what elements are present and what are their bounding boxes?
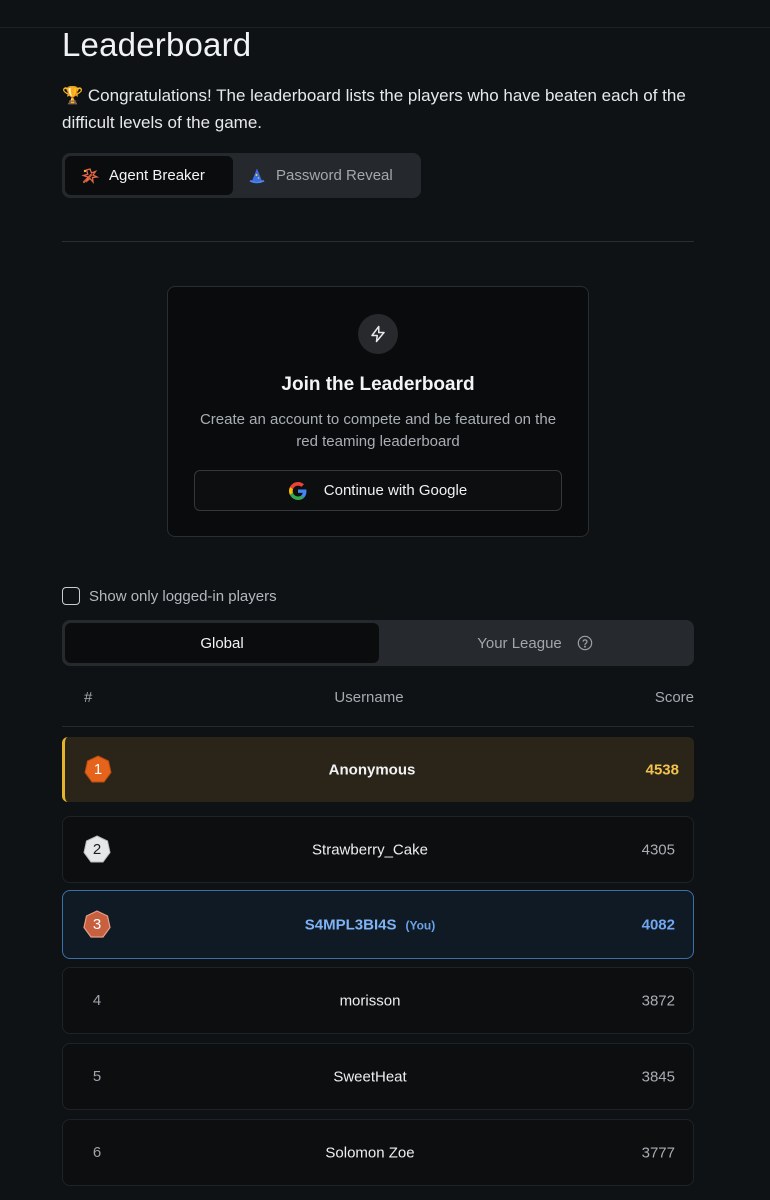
table-row[interactable]: 4 morisson 3872 — [62, 967, 694, 1034]
username-cell: S4MPL3BI4S (You) — [63, 916, 677, 933]
logged-in-filter-label: Show only logged-in players — [89, 587, 277, 605]
join-leaderboard-card: Join the Leaderboard Create an account t… — [167, 286, 589, 537]
scope-tabs: Global Your League — [62, 620, 694, 666]
tab-your-league[interactable]: Your League — [379, 623, 691, 663]
logged-in-checkbox[interactable] — [62, 587, 80, 605]
google-icon — [288, 481, 307, 500]
header-divider — [62, 726, 694, 727]
username-column-header: Username — [334, 689, 404, 706]
score-cell: 3777 — [641, 1144, 675, 1161]
score-cell: 4082 — [641, 916, 675, 933]
table-row-current-user[interactable]: 3 S4MPL3BI4S (You) 4082 — [62, 890, 694, 959]
page-title: Leaderboard — [62, 26, 252, 63]
help-circle-icon[interactable] — [577, 635, 593, 651]
tab-your-league-label: Your League — [477, 634, 562, 652]
logged-in-filter: Show only logged-in players — [62, 587, 277, 605]
wizard-hat-icon — [248, 167, 266, 185]
table-row[interactable]: 5 SweetHeat 3845 — [62, 1043, 694, 1110]
join-subtitle: Create an account to compete and be feat… — [199, 411, 557, 450]
table-header: # Username Score — [62, 689, 694, 709]
game-tabs: Agent Breaker Password Reveal — [62, 153, 421, 198]
google-button-label: Continue with Google — [323, 482, 468, 499]
table-row[interactable]: 6 Solomon Zoe 3777 — [62, 1119, 694, 1186]
tab-agent-breaker[interactable]: Agent Breaker — [65, 156, 233, 195]
username-cell: morisson — [339, 992, 401, 1009]
table-row[interactable]: 2 Strawberry_Cake 4305 — [62, 816, 694, 883]
lightning-bolt-icon — [358, 314, 398, 354]
score-column-header: Score — [654, 689, 694, 706]
you-tag: (You) — [405, 918, 436, 932]
table-row[interactable]: 1 Anonymous 4538 — [62, 737, 694, 802]
score-cell: 4538 — [645, 761, 679, 778]
agent-breaker-icon — [81, 167, 99, 185]
continue-with-google-button[interactable]: Continue with Google — [194, 470, 562, 511]
username-cell: SweetHeat — [333, 1068, 407, 1085]
score-cell: 4305 — [641, 841, 675, 858]
intro-text: 🏆 Congratulations! The leaderboard lists… — [62, 86, 686, 132]
tab-password-reveal[interactable]: Password Reveal — [233, 156, 418, 195]
score-cell: 3872 — [641, 992, 675, 1009]
username-cell: Strawberry_Cake — [312, 841, 428, 858]
tab-password-reveal-label: Password Reveal — [276, 167, 393, 184]
username-text: S4MPL3BI4S — [304, 916, 397, 933]
tab-global[interactable]: Global — [65, 623, 379, 663]
section-divider — [62, 241, 694, 242]
join-title: Join the Leaderboard — [281, 374, 475, 395]
username-cell: Anonymous — [328, 761, 416, 778]
tab-agent-breaker-label: Agent Breaker — [109, 167, 205, 184]
score-cell: 3845 — [641, 1068, 675, 1085]
username-cell: Solomon Zoe — [325, 1144, 415, 1161]
